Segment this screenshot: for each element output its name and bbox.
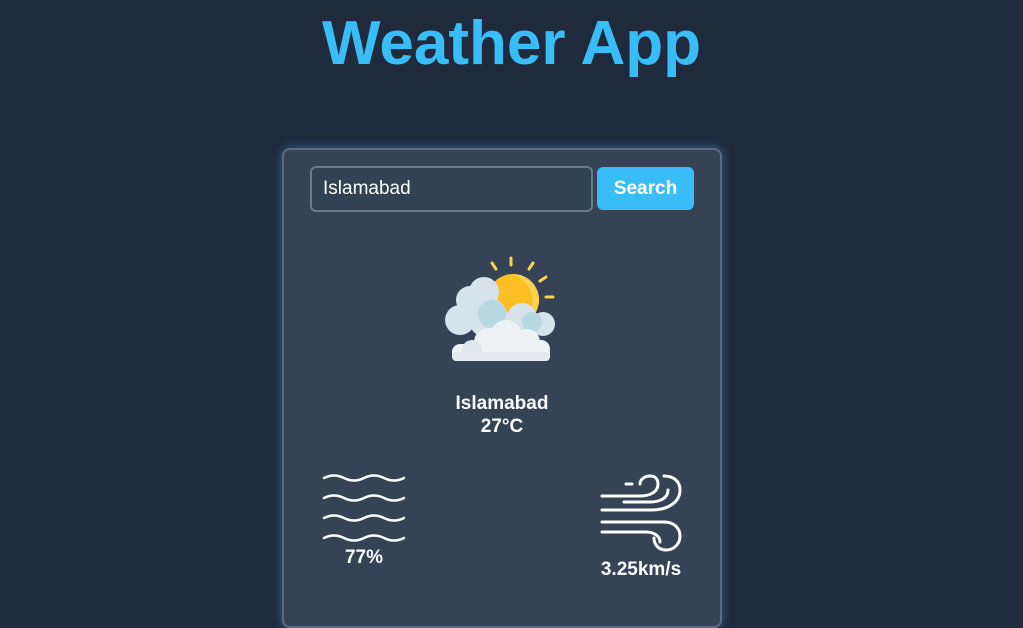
wind-speed-value: 3.25km/s (600, 559, 682, 580)
app-title: Weather App (322, 9, 701, 78)
humidity-value: 77% (344, 547, 384, 568)
city-search-input[interactable] (310, 166, 593, 212)
weather-card: Search (282, 148, 722, 628)
temperature: 27°C (480, 416, 524, 437)
city-name: Islamabad (455, 393, 549, 414)
search-button[interactable]: Search (597, 167, 694, 210)
humidity-waves-icon (322, 474, 406, 542)
partly-cloudy-sun-icon (445, 256, 555, 361)
wind-icon (600, 474, 682, 552)
